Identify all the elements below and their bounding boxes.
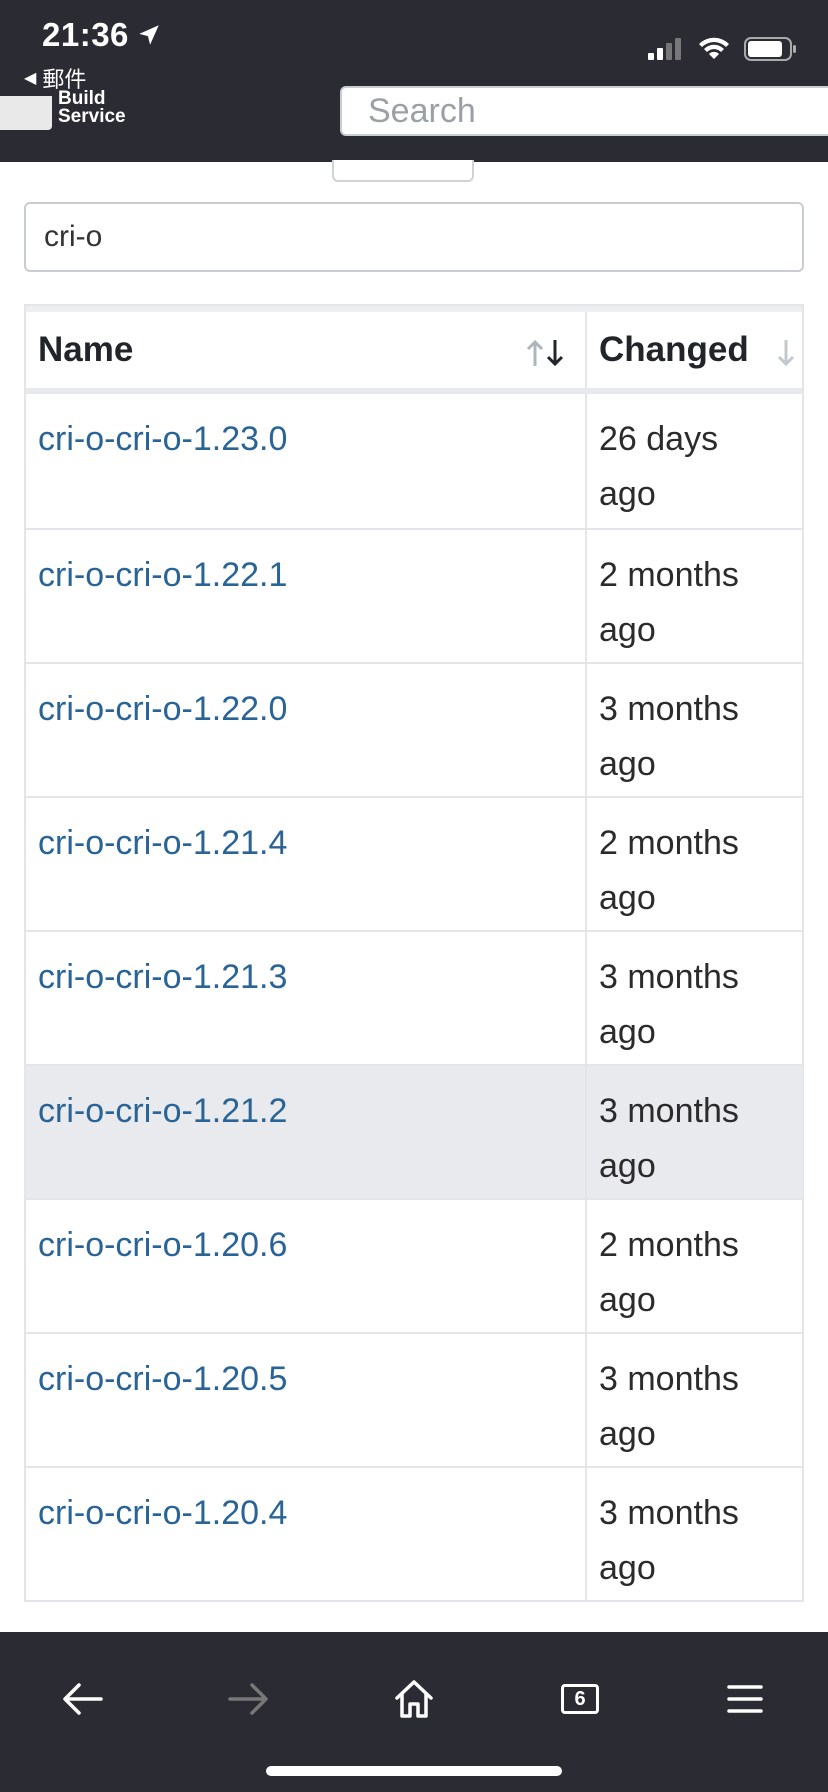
changed-text: ago bbox=[599, 611, 656, 649]
changed-text: 2 months bbox=[599, 556, 739, 594]
changed-cell: 26 days ago bbox=[587, 394, 802, 528]
changed-text: 3 months bbox=[599, 958, 739, 996]
logo-text[interactable]: Build Service bbox=[58, 89, 126, 127]
tabs-icon: 6 bbox=[561, 1684, 599, 1714]
changed-text: ago bbox=[599, 745, 656, 783]
column-header-changed[interactable]: Changed bbox=[587, 312, 802, 388]
status-bar: 21:36 ◀ 郵件 bbox=[0, 0, 828, 96]
changed-cell: 2 months ago bbox=[587, 530, 802, 662]
changed-text: ago bbox=[599, 475, 656, 513]
table-row[interactable]: cri-o-cri-o-1.20.5 3 months ago bbox=[26, 1332, 802, 1466]
status-indicators bbox=[648, 36, 798, 62]
package-link[interactable]: cri-o-cri-o-1.21.3 bbox=[26, 932, 587, 1064]
app-header: Build Service Search bbox=[0, 86, 828, 162]
changed-text: 2 months bbox=[599, 824, 739, 862]
back-button[interactable] bbox=[53, 1674, 113, 1724]
sort-up-down-icon[interactable] bbox=[525, 338, 569, 368]
package-filter-value: cri-o bbox=[44, 220, 103, 253]
changed-text: 3 months bbox=[599, 1360, 739, 1398]
changed-text: 3 months bbox=[599, 1092, 739, 1130]
table-row[interactable]: cri-o-cri-o-1.21.4 2 months ago bbox=[26, 796, 802, 930]
changed-cell: 3 months ago bbox=[587, 932, 802, 1064]
package-filter-input[interactable]: cri-o bbox=[24, 202, 804, 272]
logo-line-2: Service bbox=[58, 106, 126, 127]
changed-text: ago bbox=[599, 1281, 656, 1319]
menu-button[interactable] bbox=[715, 1674, 775, 1724]
battery-icon bbox=[744, 37, 796, 61]
location-arrow-icon bbox=[139, 25, 159, 45]
package-link[interactable]: cri-o-cri-o-1.20.5 bbox=[26, 1334, 587, 1466]
cellular-signal-icon bbox=[648, 38, 681, 60]
changed-text: ago bbox=[599, 879, 656, 917]
package-link[interactable]: cri-o-cri-o-1.20.6 bbox=[26, 1200, 587, 1332]
changed-text: ago bbox=[599, 1013, 656, 1051]
package-link[interactable]: cri-o-cri-o-1.22.0 bbox=[26, 664, 587, 796]
wifi-icon bbox=[699, 37, 729, 59]
home-icon bbox=[395, 1680, 433, 1718]
package-link[interactable]: cri-o-cri-o-1.23.0 bbox=[26, 394, 587, 528]
column-header-changed-label: Changed bbox=[599, 330, 749, 369]
forward-button[interactable] bbox=[218, 1674, 278, 1724]
browser-toolbar: 6 bbox=[0, 1632, 828, 1792]
back-arrow-icon bbox=[63, 1683, 103, 1715]
changed-cell: 2 months ago bbox=[587, 1200, 802, 1332]
changed-text: ago bbox=[599, 1549, 656, 1587]
column-header-name[interactable]: Name bbox=[26, 312, 587, 388]
changed-cell: 3 months ago bbox=[587, 1468, 802, 1600]
table-row[interactable]: cri-o-cri-o-1.21.3 3 months ago bbox=[26, 930, 802, 1064]
logo-icon[interactable] bbox=[0, 96, 52, 130]
changed-cell: 2 months ago bbox=[587, 798, 802, 930]
package-link[interactable]: cri-o-cri-o-1.20.4 bbox=[26, 1468, 587, 1600]
changed-cell: 3 months ago bbox=[587, 1066, 802, 1198]
table-row[interactable]: cri-o-cri-o-1.22.0 3 months ago bbox=[26, 662, 802, 796]
table-header: Name Changed bbox=[26, 306, 802, 394]
table-row[interactable]: cri-o-cri-o-1.22.1 2 months ago bbox=[26, 528, 802, 662]
site-search-placeholder: Search bbox=[368, 91, 476, 130]
menu-icon bbox=[727, 1685, 763, 1713]
tabs-button[interactable]: 6 bbox=[550, 1674, 610, 1724]
back-triangle-icon: ◀ bbox=[24, 70, 37, 87]
site-search-input[interactable]: Search bbox=[340, 86, 828, 136]
changed-text: 3 months bbox=[599, 690, 739, 728]
changed-text: ago bbox=[599, 1415, 656, 1453]
tab-stub[interactable] bbox=[332, 160, 474, 182]
home-button[interactable] bbox=[384, 1674, 444, 1724]
sort-down-icon[interactable] bbox=[756, 338, 800, 368]
changed-cell: 3 months ago bbox=[587, 664, 802, 796]
forward-arrow-icon bbox=[228, 1683, 268, 1715]
table-row[interactable]: cri-o-cri-o-1.20.6 2 months ago bbox=[26, 1198, 802, 1332]
package-link[interactable]: cri-o-cri-o-1.21.4 bbox=[26, 798, 587, 930]
changed-text: 26 days bbox=[599, 420, 719, 458]
changed-text: ago bbox=[599, 1147, 656, 1185]
table-row-highlighted[interactable]: cri-o-cri-o-1.21.2 3 months ago bbox=[26, 1064, 802, 1198]
changed-cell: 3 months ago bbox=[587, 1334, 802, 1466]
changed-text: 3 months bbox=[599, 1494, 739, 1532]
package-table: Name Changed cri-o-cri-o-1.23.0 26 days … bbox=[24, 304, 804, 1602]
package-link[interactable]: cri-o-cri-o-1.22.1 bbox=[26, 530, 587, 662]
home-indicator bbox=[266, 1766, 562, 1776]
table-row[interactable]: cri-o-cri-o-1.20.4 3 months ago bbox=[26, 1466, 802, 1600]
package-link[interactable]: cri-o-cri-o-1.21.2 bbox=[26, 1066, 587, 1198]
column-header-name-label: Name bbox=[38, 330, 134, 369]
table-row[interactable]: cri-o-cri-o-1.23.0 26 days ago bbox=[26, 394, 802, 528]
status-time: 21:36 bbox=[42, 16, 129, 53]
changed-text: 2 months bbox=[599, 1226, 739, 1264]
